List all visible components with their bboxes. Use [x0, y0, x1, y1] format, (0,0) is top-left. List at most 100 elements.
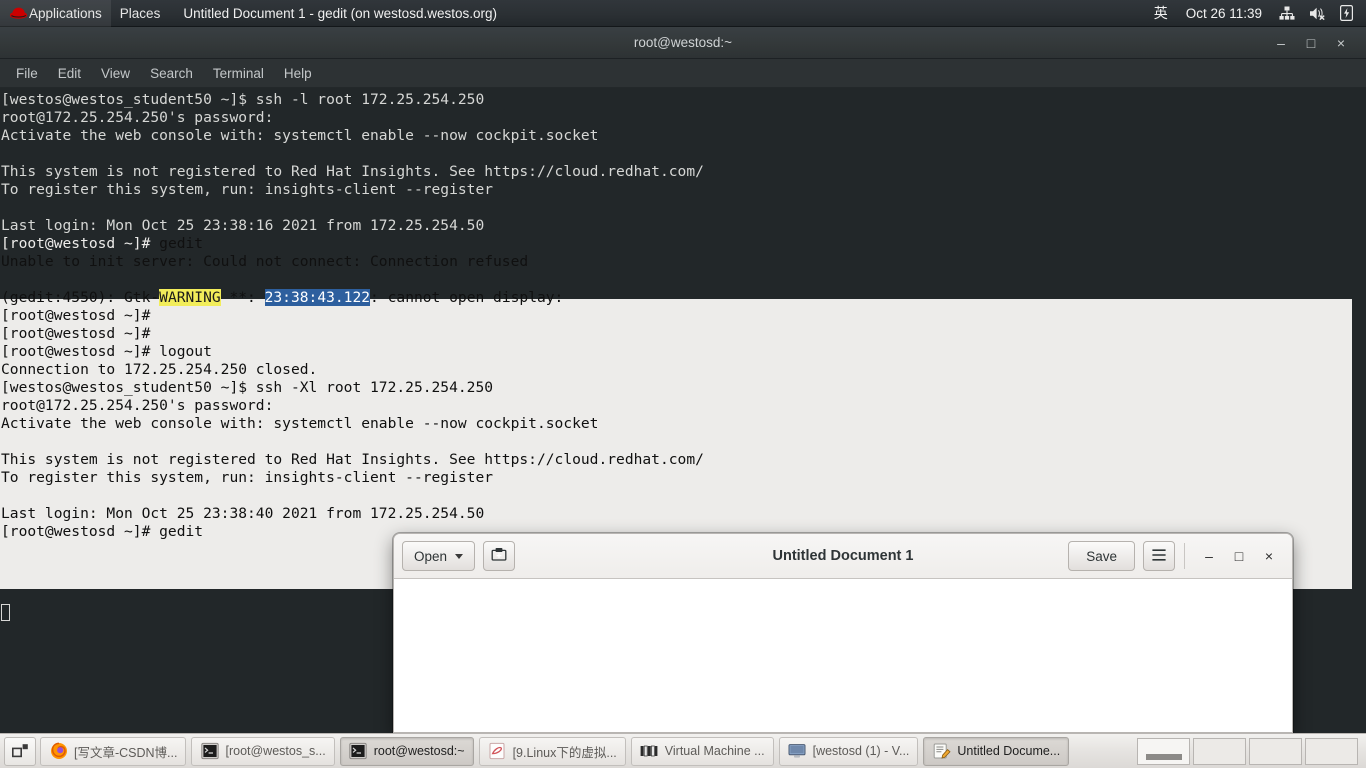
taskbar-task[interactable]: root@westosd:~	[339, 736, 474, 766]
taskbar-task-label: [9.Linux下的虚拟...	[512, 745, 617, 760]
gedit-icon	[932, 742, 951, 761]
places-menu-label: Places	[119, 5, 161, 21]
hamburger-menu-button[interactable]	[1143, 541, 1175, 571]
terminal-menu-help[interactable]: Help	[274, 63, 322, 84]
hamburger-menu-icon	[1151, 548, 1167, 565]
terminal-line: root@172.25.254.250's password:	[1, 109, 274, 126]
terminal-prompt-highlight: [root@westosd ~]#	[1, 235, 160, 252]
terminal-text: (gedit:4550): Gtk-	[1, 289, 160, 306]
taskbar-task-label: [root@westos_s...	[225, 744, 326, 758]
terminal-output: [westos@westos_student50 ~]$ ssh -l root…	[0, 88, 1366, 541]
open-button[interactable]: Open	[402, 541, 476, 571]
terminal-title: root@westosd:~	[633, 35, 733, 50]
taskbar-task-label: Untitled Docume...	[957, 744, 1061, 758]
show-desktop-icon[interactable]	[4, 736, 36, 766]
applications-menu-label: Applications	[29, 5, 102, 21]
terminal-line: [root@westosd ~]# gedit	[1, 235, 1366, 253]
terminal-line: Activate the web console with: systemctl…	[1, 127, 599, 144]
workspace-4[interactable]	[1305, 737, 1358, 765]
terminal-line: This system is not registered to Red Hat…	[1, 451, 704, 468]
taskbar-task[interactable]: Virtual Machine ...	[630, 736, 774, 766]
terminal-text: : cannot open display:	[370, 289, 564, 306]
redhat-logo-icon	[9, 5, 28, 21]
gedit-close-button[interactable]: ×	[1254, 541, 1284, 571]
terminal-menu-view[interactable]: View	[91, 63, 140, 84]
taskbar-task-label: [写文章-CSDN博...	[74, 745, 178, 760]
terminal-menu-search[interactable]: Search	[140, 63, 203, 84]
terminal-line: [westos@westos_student50 ~]$ ssh -l root…	[1, 91, 485, 108]
workspace-3[interactable]	[1249, 737, 1302, 765]
workspace-window-thumbnail	[1146, 753, 1182, 760]
terminal-line: To register this system, run: insights-c…	[1, 181, 494, 198]
taskbar-task[interactable]: [写文章-CSDN博...	[40, 736, 187, 766]
terminal-line: root@172.25.254.250's password:	[1, 397, 274, 414]
taskbar-task[interactable]: [westosd (1) - V...	[778, 736, 919, 766]
taskbar-task[interactable]: Untitled Docume...	[923, 736, 1070, 766]
timestamp-highlight: 23:38:43.122	[264, 289, 371, 306]
gedit-window: Open Untitled Document 1 Save – □ ×	[393, 533, 1293, 733]
battery-charging-icon[interactable]	[1333, 5, 1360, 21]
workspace-2[interactable]	[1193, 737, 1246, 765]
top-panel-status-area: 英 Oct 26 11:39	[1146, 0, 1366, 27]
taskbar-task[interactable]: [9.Linux下的虚拟...	[478, 736, 626, 766]
terminal-line: Last login: Mon Oct 25 23:38:40 2021 fro…	[1, 505, 485, 522]
terminal-cursor	[1, 604, 10, 621]
clock[interactable]: Oct 26 11:39	[1176, 6, 1272, 21]
gedit-maximize-button[interactable]: □	[1224, 541, 1254, 571]
active-window-title: Untitled Document 1 - gedit (on westosd.…	[183, 5, 497, 21]
taskbar-task-label: Virtual Machine ...	[664, 744, 765, 758]
gedit-minimize-button[interactable]: –	[1194, 541, 1224, 571]
volume-muted-icon[interactable]	[1302, 6, 1333, 21]
new-document-icon	[491, 547, 507, 566]
terminal-line: This system is not registered to Red Hat…	[1, 163, 704, 180]
terminal-menu-edit[interactable]: Edit	[48, 63, 91, 84]
terminal-minimize-button[interactable]: –	[1266, 30, 1296, 56]
terminal-menu-file[interactable]: File	[6, 63, 48, 84]
terminal-line: Last login: Mon Oct 25 23:38:16 2021 fro…	[1, 217, 485, 234]
terminal-line: [root@westosd ~]#	[1, 307, 151, 324]
taskbar-task-label: root@westosd:~	[373, 744, 465, 758]
applications-menu[interactable]: Applications	[0, 0, 111, 27]
save-button[interactable]: Save	[1068, 541, 1135, 571]
save-button-label: Save	[1086, 548, 1117, 564]
terminal-icon	[200, 742, 219, 761]
gedit-headerbar[interactable]: Open Untitled Document 1 Save – □ ×	[394, 534, 1292, 579]
new-document-button[interactable]	[483, 541, 516, 571]
desktop-screen: Applications Places Untitled Document 1 …	[0, 0, 1366, 768]
input-method-indicator[interactable]: 英	[1146, 3, 1176, 23]
terminal-text: **:	[220, 289, 265, 306]
terminal-line: Unable to init server: Could not connect…	[1, 253, 529, 270]
terminal-line: [westos@westos_student50 ~]$ ssh -Xl roo…	[1, 379, 494, 396]
taskbar-task-label: [westosd (1) - V...	[812, 744, 910, 758]
terminal-icon	[349, 742, 368, 761]
firefox-icon	[49, 742, 68, 761]
terminal-menubar: File Edit View Search Terminal Help	[0, 59, 1366, 88]
terminal-line: Activate the web console with: systemctl…	[1, 415, 599, 432]
terminal-close-button[interactable]: ×	[1326, 30, 1356, 56]
taskbar: [写文章-CSDN博... [root@westos_s... root@westo…	[0, 733, 1366, 768]
evernote-icon	[488, 742, 507, 761]
places-menu[interactable]: Places	[111, 0, 170, 27]
terminal-menu-terminal[interactable]: Terminal	[203, 63, 274, 84]
terminal-text: gedit	[159, 235, 204, 252]
display-icon	[788, 742, 807, 761]
gedit-text-view[interactable]	[394, 579, 1292, 732]
gedit-header-actions: Save – □ ×	[1068, 541, 1284, 571]
taskbar-task[interactable]: [root@westos_s...	[191, 736, 335, 766]
open-button-label: Open	[414, 548, 448, 564]
terminal-titlebar[interactable]: root@westosd:~ – □ ×	[0, 27, 1366, 59]
workspace-switcher	[1137, 737, 1362, 765]
top-panel: Applications Places Untitled Document 1 …	[0, 0, 1366, 27]
warning-highlight: WARNING	[159, 289, 221, 306]
chevron-down-icon	[455, 553, 464, 559]
terminal-maximize-button[interactable]: □	[1296, 30, 1326, 56]
virtual-machine-manager-icon	[640, 742, 659, 761]
terminal-line: (gedit:4550): Gtk-WARNING **: 23:38:43.1…	[1, 289, 1366, 307]
network-wired-icon[interactable]	[1272, 6, 1302, 21]
workspace-1[interactable]	[1137, 737, 1190, 765]
